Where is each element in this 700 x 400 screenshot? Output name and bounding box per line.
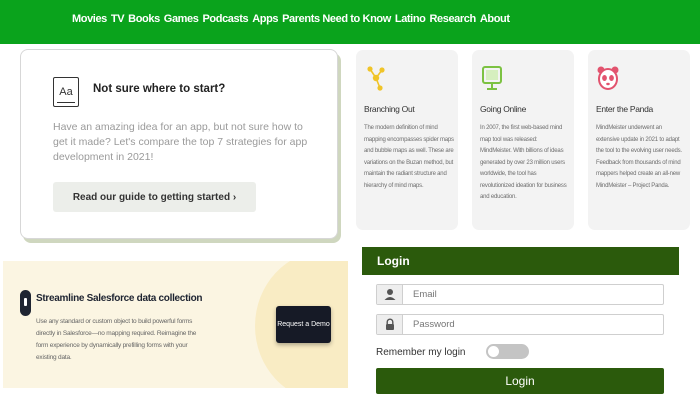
feature-card-enter-the-panda: Enter the Panda MindMeister underwent an… (588, 50, 690, 230)
formstack-logo-icon (20, 290, 31, 316)
nav-item-parents-need-to-know[interactable]: Parents Need to Know (282, 13, 391, 25)
getting-started-description: Have an amazing idea for an app, but not… (53, 121, 308, 163)
nav-links: Movies TV Books Games Podcasts Apps Pare… (72, 13, 510, 25)
remember-login-toggle[interactable] (486, 344, 529, 359)
nav-item-about[interactable]: About (480, 13, 510, 25)
dictionary-icon: Aa (53, 77, 79, 107)
request-demo-button[interactable]: Request a Demo (276, 306, 331, 343)
branch-icon (367, 66, 385, 91)
login-header: Login (362, 247, 679, 275)
nav-item-apps[interactable]: Apps (252, 13, 278, 25)
nav-item-tv[interactable]: TV (111, 13, 125, 25)
read-guide-button[interactable]: Read our guide to getting started › (53, 182, 256, 212)
panda-icon (597, 66, 619, 90)
feature-text: MindMeister underwent an extensive updat… (596, 125, 682, 189)
nav-item-books[interactable]: Books (128, 13, 160, 25)
email-input[interactable] (413, 288, 653, 301)
nav-item-movies[interactable]: Movies (72, 13, 107, 25)
remember-login-label: Remember my login (376, 347, 466, 358)
lock-icon-box (377, 315, 403, 334)
feature-title: Enter the Panda (596, 104, 653, 114)
salesforce-banner[interactable]: Streamline Salesforce data collection Us… (3, 261, 348, 388)
getting-started-title: Not sure where to start? (93, 83, 226, 95)
top-navigation-bar: Movies TV Books Games Podcasts Apps Pare… (0, 0, 700, 44)
login-submit-button[interactable]: Login (376, 368, 664, 394)
nav-item-research[interactable]: Research (429, 13, 476, 25)
feature-card-branching-out: Branching Out The modern definition of m… (356, 50, 458, 230)
lock-icon (386, 318, 394, 330)
banner-text: Use any standard or custom object to bui… (36, 318, 197, 361)
nav-item-games[interactable]: Games (164, 13, 199, 25)
feature-text: In 2007, the first web-based mind map to… (480, 125, 567, 200)
nav-item-podcasts[interactable]: Podcasts (203, 13, 249, 25)
monitor-icon (482, 66, 502, 90)
login-panel: Login Remember my login Login (358, 244, 700, 400)
feature-card-going-online: Going Online In 2007, the first web-base… (472, 50, 574, 230)
banner-title: Streamline Salesforce data collection (36, 293, 203, 304)
email-field[interactable] (376, 284, 664, 305)
user-icon (384, 289, 396, 300)
feature-title: Going Online (480, 104, 527, 114)
feature-text: The modern definition of mind mapping en… (364, 125, 454, 189)
password-input[interactable] (413, 318, 653, 331)
feature-title: Branching Out (364, 104, 415, 114)
nav-item-latino[interactable]: Latino (395, 13, 426, 25)
getting-started-card: Aa Not sure where to start? Have an amaz… (20, 49, 338, 239)
user-icon-box (377, 285, 403, 304)
password-field[interactable] (376, 314, 664, 335)
